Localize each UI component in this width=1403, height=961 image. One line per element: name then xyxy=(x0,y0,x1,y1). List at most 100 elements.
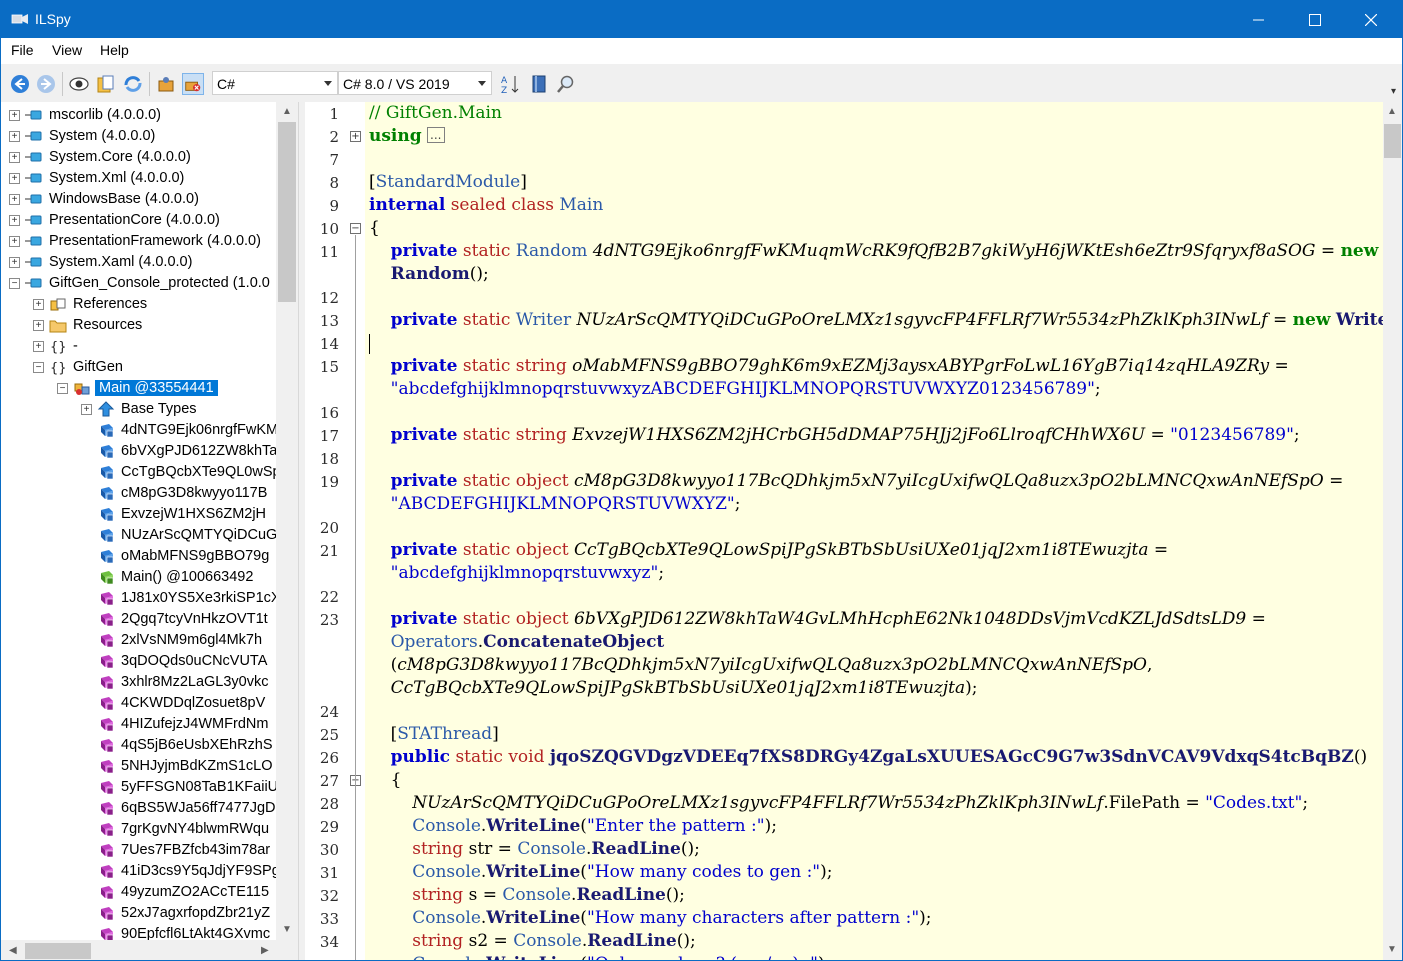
tree-item[interactable]: 5yFFSGN08TaB1KFaiiU xyxy=(1,777,278,798)
book-icon[interactable] xyxy=(528,73,550,95)
tree-item[interactable]: + {} - xyxy=(1,336,276,357)
tree-item[interactable]: 49yzumZO2ACcTE115 xyxy=(1,882,276,903)
view-icon[interactable] xyxy=(68,73,90,95)
tree-item[interactable]: NUzArScQMTYQiDCuG xyxy=(1,525,277,546)
menu-help[interactable]: Help xyxy=(100,42,129,58)
tree-item[interactable]: 3xhlr8Mz2LaGL3y0vkc xyxy=(1,672,276,693)
line-number: 31 xyxy=(319,864,339,882)
tree-item[interactable]: cM8pG3D8kwyyo117B xyxy=(1,483,276,504)
version-combo[interactable]: C# 8.0 / VS 2019 xyxy=(338,71,492,95)
minimize-icon xyxy=(1253,19,1264,20)
back-icon[interactable] xyxy=(9,73,31,95)
close-button[interactable] xyxy=(1343,1,1399,38)
tree-item[interactable]: + References xyxy=(1,294,276,315)
language-combo[interactable]: C# xyxy=(212,71,338,95)
tree-item[interactable]: oMabMFNS9gBBO79g xyxy=(1,546,276,567)
expand-icon[interactable]: + xyxy=(9,257,20,268)
tree-item[interactable]: 7Ues7FBZfcb43im78ar xyxy=(1,840,276,861)
tree-horizontal-scrollbar[interactable]: ◀ ▶ xyxy=(1,940,298,960)
scroll-left-icon[interactable]: ◀ xyxy=(9,945,17,956)
editor-scroll-thumb[interactable] xyxy=(1384,124,1401,158)
scroll-down-icon[interactable]: ▼ xyxy=(1387,944,1397,955)
expand-icon[interactable]: + xyxy=(9,215,20,226)
svg-text:A: A xyxy=(501,76,508,86)
sort-icon[interactable]: AZ xyxy=(500,73,522,95)
toolbar-overflow-icon[interactable]: ▾ xyxy=(1391,86,1396,97)
tree-scroll-thumb[interactable] xyxy=(278,122,296,302)
expand-icon[interactable]: + xyxy=(33,320,44,331)
scroll-up-icon[interactable]: ▲ xyxy=(282,106,292,117)
tree-item[interactable]: 4qS5jB6eUsbXEhRzhS xyxy=(1,735,276,756)
maximize-button[interactable] xyxy=(1287,1,1343,38)
code-editor[interactable]: 1// GiftGen.Main 2 + using ... 7 8 [StandardMo… xyxy=(305,102,1383,960)
tree-item[interactable]: − GiftGen_Console_protected (1.0.0 xyxy=(1,273,276,294)
tree-item-label: Main @33554441 xyxy=(95,380,218,396)
collapse-icon[interactable]: − xyxy=(57,383,68,394)
tree-item[interactable]: + WindowsBase (4.0.0.0) xyxy=(1,189,276,210)
tree-item[interactable]: CcTgBQcbXTe9QL0wSp xyxy=(1,462,281,483)
tree-item[interactable]: 4dNTG9Ejk06nrgfFwKM xyxy=(1,420,278,441)
search-icon[interactable] xyxy=(555,73,577,95)
refresh-icon[interactable] xyxy=(122,73,144,95)
tree-item[interactable]: + System.Xml (4.0.0.0) xyxy=(1,168,276,189)
tree-vertical-scrollbar[interactable]: ▲ ▼ xyxy=(276,102,298,940)
tree-item[interactable]: Main() @100663492 xyxy=(1,567,276,588)
open-file-icon[interactable] xyxy=(95,73,117,95)
tree-item[interactable]: 6bVXgPJD612ZW8khTa xyxy=(1,441,277,462)
fold-expand-icon[interactable]: + xyxy=(350,131,361,142)
forward-icon[interactable] xyxy=(35,73,57,95)
tree-item[interactable]: 4CKWDDqlZosuet8pV xyxy=(1,693,276,714)
tree-item[interactable]: + System.Xaml (4.0.0.0) xyxy=(1,252,276,273)
assembly-tree[interactable]: + mscorlib (4.0.0.0) + System (4.0.0.0) + Sys… xyxy=(1,102,299,960)
line-number: 18 xyxy=(319,450,339,468)
tree-item[interactable]: 41iD3cs9Y5qJdjYF9SPg xyxy=(1,861,280,882)
collapsed-region[interactable]: ... xyxy=(427,127,445,143)
tree-item[interactable]: 4HIZufejzJ4WMFrdNm xyxy=(1,714,276,735)
tree-item[interactable]: 1J81x0YS5Xe3rkiSP1cX xyxy=(1,588,281,609)
tree-item[interactable]: −{} GiftGen xyxy=(1,357,276,378)
expand-icon[interactable]: + xyxy=(9,110,20,121)
tree-item[interactable]: 2xlVsNM9m6gl4Mk7h xyxy=(1,630,276,651)
tree-item[interactable]: 6qBS5WJa56ff7477JgD xyxy=(1,798,276,819)
expand-icon[interactable]: + xyxy=(33,299,44,310)
menu-file[interactable]: File xyxy=(11,42,34,58)
tree-item[interactable]: + mscorlib (4.0.0.0) xyxy=(1,105,276,126)
expand-icon[interactable]: + xyxy=(33,341,44,352)
collapse-icon[interactable]: − xyxy=(9,278,20,289)
tree-item[interactable]: 7grKgvNY4blwmRWqu xyxy=(1,819,276,840)
title-bar[interactable]: ILSpy xyxy=(1,1,1402,38)
collapse-icon[interactable]: − xyxy=(33,362,44,373)
method-icon xyxy=(97,653,115,669)
scroll-up-icon[interactable]: ▲ xyxy=(1387,106,1397,117)
tree-item[interactable]: + System.Core (4.0.0.0) xyxy=(1,147,276,168)
editor-vertical-scrollbar[interactable]: ▲ ▼ xyxy=(1383,102,1402,960)
menu-view[interactable]: View xyxy=(52,42,82,58)
tree-item[interactable]: + Resources xyxy=(1,315,276,336)
expand-icon[interactable]: + xyxy=(9,152,20,163)
manage-assemblies-icon[interactable] xyxy=(182,73,204,95)
expand-icon[interactable]: + xyxy=(9,131,20,142)
tree-item[interactable]: 3qDOQds0uCNcVUTA xyxy=(1,651,276,672)
tree-item[interactable]: + PresentationFramework (4.0.0.0) xyxy=(1,231,276,252)
expand-icon[interactable]: + xyxy=(9,173,20,184)
scroll-down-icon[interactable]: ▼ xyxy=(282,924,292,935)
gac-icon[interactable] xyxy=(155,73,177,95)
expand-icon[interactable]: + xyxy=(81,404,92,415)
tree-item[interactable]: ExvzejW1HXS6ZM2jH xyxy=(1,504,276,525)
tree-item[interactable]: 5NHJyjmBdKZmS1cLO xyxy=(1,756,276,777)
expand-icon[interactable]: + xyxy=(9,236,20,247)
tree-item[interactable]: + Base Types xyxy=(1,399,276,420)
constructor-icon xyxy=(97,569,115,585)
tree-item[interactable]: 52xJ7agxrfopdZbr21yZ xyxy=(1,903,276,924)
fold-collapse-icon[interactable]: − xyxy=(350,223,361,234)
expand-icon[interactable]: + xyxy=(9,194,20,205)
tree-item[interactable]: 2Qgq7tcyVnHkzOVT1t xyxy=(1,609,276,630)
tree-item[interactable]: + System (4.0.0.0) xyxy=(1,126,276,147)
tree-item[interactable]: + PresentationCore (4.0.0.0) xyxy=(1,210,276,231)
tree-hscroll-thumb[interactable] xyxy=(25,943,91,959)
tree-item[interactable]: − Main @33554441 xyxy=(1,378,276,399)
code-token: ReadLine xyxy=(576,885,666,905)
minimize-button[interactable] xyxy=(1231,1,1287,38)
scroll-right-icon[interactable]: ▶ xyxy=(261,945,269,956)
